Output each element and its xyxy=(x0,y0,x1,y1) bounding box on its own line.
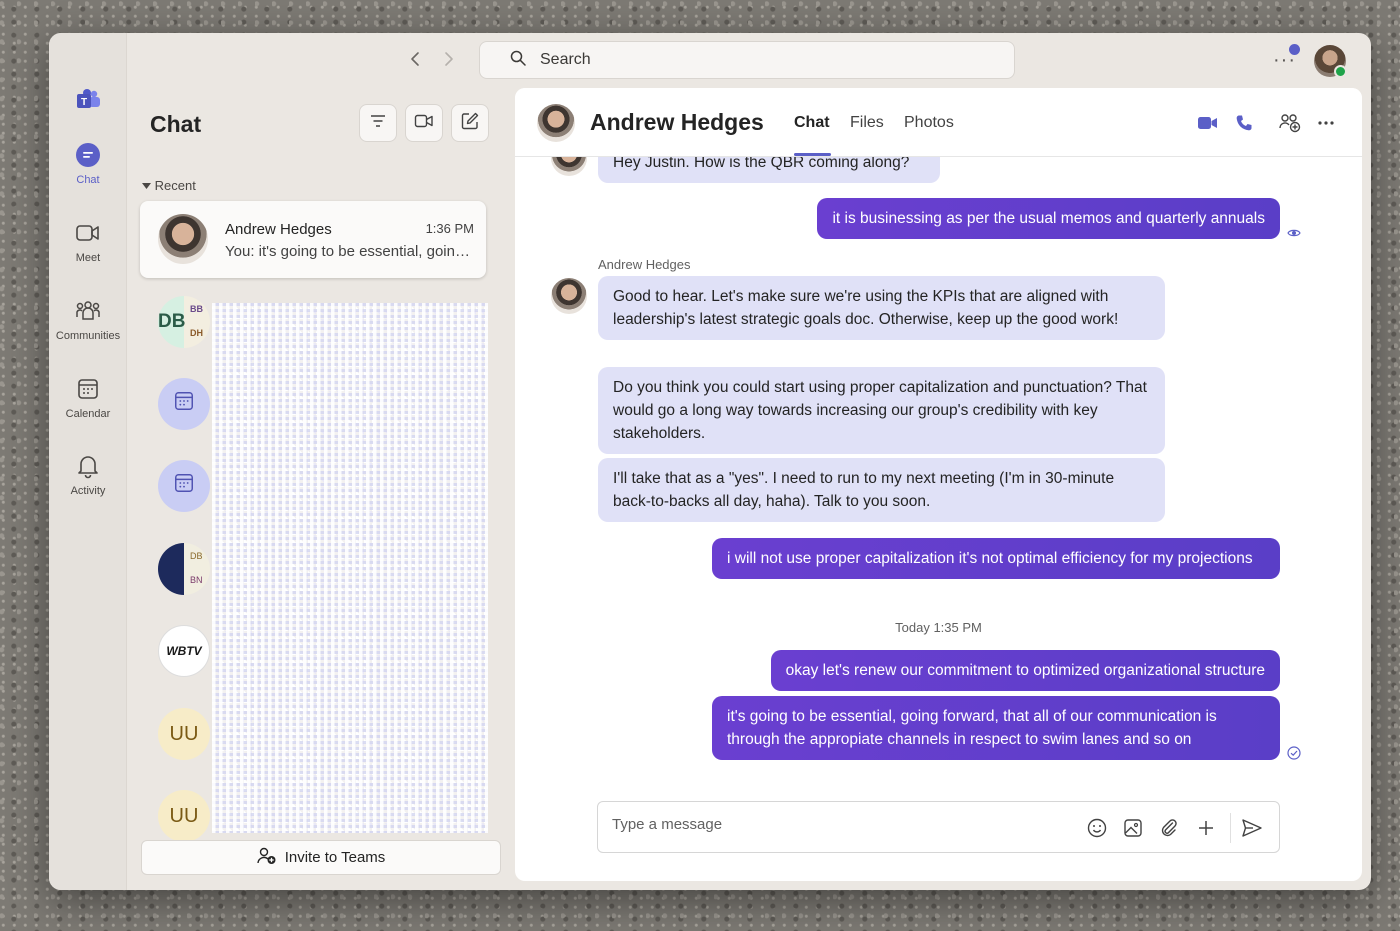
tab-files[interactable]: Files xyxy=(850,114,884,132)
chat-list-avatar-group[interactable]: DB BN xyxy=(158,543,210,595)
chat-list-avatar-meeting[interactable] xyxy=(158,378,210,430)
avatar xyxy=(158,214,208,264)
rail-item-chat[interactable]: Chat xyxy=(49,142,127,186)
chat-list-avatar-wbtv-logo[interactable]: WBTV xyxy=(158,625,210,677)
message-sender-name: Andrew Hedges xyxy=(598,257,691,272)
rail-item-label: Calendar xyxy=(65,408,111,420)
avatar-sub-initials: DB xyxy=(190,551,203,561)
rail-item-communities[interactable]: Communities xyxy=(49,298,127,342)
notification-badge xyxy=(1289,44,1300,55)
active-tab-indicator xyxy=(794,153,831,156)
more-options-icon[interactable] xyxy=(1313,110,1339,136)
chat-icon xyxy=(75,142,101,168)
calendar-icon xyxy=(75,376,101,402)
video-call-icon[interactable] xyxy=(1195,110,1221,136)
recent-section-header[interactable]: Recent xyxy=(142,178,196,193)
search-box[interactable]: Search xyxy=(479,41,1015,79)
tab-photos[interactable]: Photos xyxy=(904,114,954,132)
avatar-sub-initials: DH xyxy=(190,328,203,338)
message-incoming: Good to hear. Let's make sure we're usin… xyxy=(598,276,1165,340)
avatar-initials: UU xyxy=(169,722,199,745)
compose-icon xyxy=(461,112,479,135)
date-separator: Today 1:35 PM xyxy=(895,620,982,635)
bell-icon xyxy=(75,453,101,479)
chat-list-avatar-group[interactable]: DB BB DH xyxy=(158,296,210,348)
back-arrow-icon[interactable] xyxy=(409,51,421,72)
chat-item-preview: You: it's going to be essential, going f… xyxy=(225,243,475,260)
video-icon xyxy=(75,220,101,246)
communities-icon xyxy=(75,298,101,324)
chat-item-name: Andrew Hedges xyxy=(225,221,332,238)
plus-icon[interactable] xyxy=(1195,817,1217,839)
search-icon xyxy=(510,50,526,71)
avatar-initials: DB xyxy=(158,311,186,332)
chat-list-avatar-unknown[interactable]: UU xyxy=(158,790,210,842)
image-icon[interactable] xyxy=(1122,817,1144,839)
add-people-icon[interactable] xyxy=(1277,110,1303,136)
message-composer xyxy=(597,801,1280,853)
presence-available-icon xyxy=(1334,65,1347,78)
conversation-pane: Andrew Hedges Chat Files Photos Hey Just… xyxy=(515,88,1362,881)
redacted-chat-list xyxy=(212,303,488,833)
teams-logo-icon: T xyxy=(75,88,101,112)
chat-list-title: Chat xyxy=(150,111,202,137)
rail-item-activity[interactable]: Activity xyxy=(49,453,127,497)
recent-label: Recent xyxy=(154,178,196,193)
new-chat-button[interactable] xyxy=(451,104,489,142)
message-outgoing: okay let's renew our commitment to optim… xyxy=(770,650,1280,691)
send-icon[interactable] xyxy=(1241,817,1263,839)
invite-label: Invite to Teams xyxy=(284,849,386,866)
message-input[interactable] xyxy=(612,816,1052,833)
chat-list-item-andrew-hedges[interactable]: Andrew Hedges 1:36 PM You: it's going to… xyxy=(140,201,486,278)
rail-item-calendar[interactable]: Calendar xyxy=(49,376,127,420)
video-icon xyxy=(414,113,434,134)
app-rail: T Chat Meet Communities Calendar Activit… xyxy=(49,33,127,890)
calendar-icon xyxy=(173,472,195,500)
add-person-icon xyxy=(256,847,277,869)
avatar-sub-initials: BN xyxy=(190,575,203,585)
rail-item-label: Meet xyxy=(75,252,101,264)
rail-item-label: Chat xyxy=(76,174,100,186)
message-incoming: I'll take that as a "yes". I need to run… xyxy=(598,458,1165,522)
sender-avatar xyxy=(551,278,587,314)
message-outgoing: it is businessing as per the usual memos… xyxy=(817,198,1280,239)
message-outgoing: i will not use proper capitalization it'… xyxy=(712,538,1280,579)
chat-list-avatar-meeting[interactable] xyxy=(158,460,210,512)
attach-icon[interactable] xyxy=(1158,817,1180,839)
search-placeholder: Search xyxy=(540,51,591,68)
phone-call-icon[interactable] xyxy=(1231,110,1257,136)
avatar[interactable] xyxy=(537,104,575,142)
conversation-header: Andrew Hedges Chat Files Photos xyxy=(515,88,1362,157)
caret-down-icon xyxy=(142,178,155,193)
contact-name: Andrew Hedges xyxy=(590,109,764,135)
history-nav xyxy=(409,51,455,72)
invite-to-teams-button[interactable]: Invite to Teams xyxy=(141,840,501,875)
rail-item-label: Communities xyxy=(55,330,121,342)
calendar-icon xyxy=(173,390,195,418)
message-outgoing: it's going to be essential, going forwar… xyxy=(712,696,1280,760)
svg-text:T: T xyxy=(81,97,87,108)
rail-item-label: Activity xyxy=(70,485,106,497)
tab-chat[interactable]: Chat xyxy=(794,114,830,132)
meet-now-button[interactable] xyxy=(405,104,443,142)
seen-eye-icon xyxy=(1287,226,1301,240)
composer-divider xyxy=(1230,813,1231,843)
wbtv-logo-text: WBTV xyxy=(166,644,202,658)
filter-button[interactable] xyxy=(359,104,397,142)
emoji-icon[interactable] xyxy=(1086,817,1108,839)
chat-item-time: 1:36 PM xyxy=(425,221,474,236)
forward-arrow-icon[interactable] xyxy=(443,51,455,72)
filter-icon xyxy=(369,114,387,133)
teams-window: T Chat Meet Communities Calendar Activit… xyxy=(49,33,1371,890)
rail-item-meet[interactable]: Meet xyxy=(49,220,127,264)
message-incoming: Do you think you could start using prope… xyxy=(598,367,1165,454)
avatar-sub-initials: BB xyxy=(190,304,203,314)
sent-check-icon xyxy=(1287,746,1301,760)
chat-list-avatar-unknown[interactable]: UU xyxy=(158,708,210,760)
avatar-initials: UU xyxy=(169,804,199,827)
